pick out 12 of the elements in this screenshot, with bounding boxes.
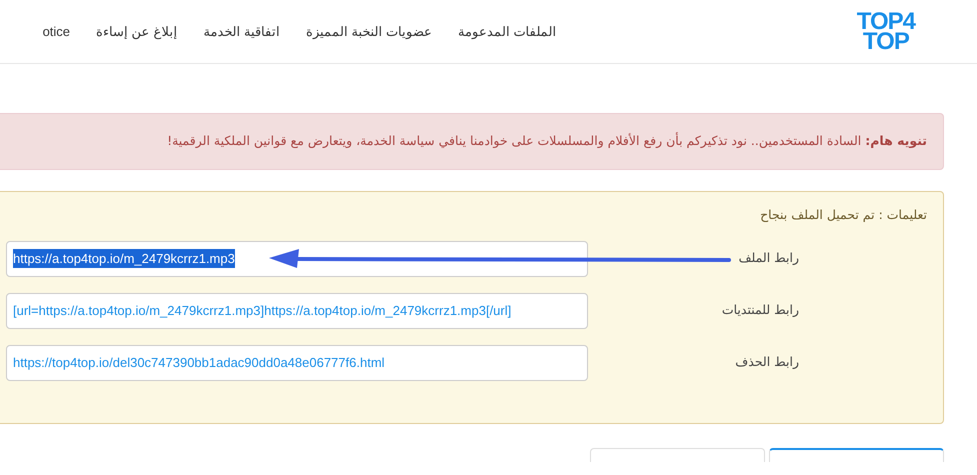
field-label: رابط الحذف — [734, 353, 800, 372]
warning-alert: تنويه هام: السادة المستخدمين.. نود تذكيركم بأن رفع الأفلام والمسلسلات على خوادمنا ينافي سياسة الخدمة، ويتعارض مع قوانين الملكية الرقمية! — [0, 113, 944, 170]
nav-link[interactable]: عضويات النخبة المميزة — [306, 22, 432, 42]
nav-link[interactable]: otice — [42, 22, 70, 42]
nav-link[interactable]: إبلاغ عن إساءة — [96, 22, 178, 42]
nav-link[interactable]: الملفات المدعومة — [458, 22, 557, 42]
nav-link[interactable]: اتفاقية الخدمة — [203, 22, 280, 42]
field-label: رابط للمنتديات — [720, 301, 800, 320]
field-label: رابط الملف — [738, 249, 800, 268]
tab[interactable] — [769, 448, 944, 462]
link-field[interactable]: https://a.top4top.io/m_2479kcrrz1.mp3 — [6, 240, 588, 276]
panel-heading: تعليمات : تم تحميل الملف بنجاح — [759, 206, 927, 224]
